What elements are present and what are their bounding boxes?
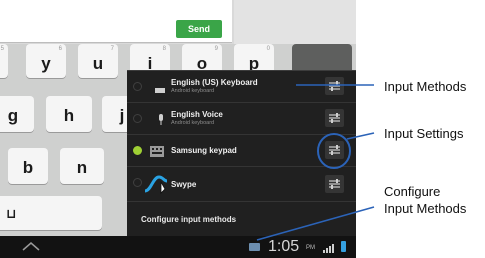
callout-input-methods: Input Methods <box>384 79 467 94</box>
settings-icon[interactable] <box>325 175 344 193</box>
key-g[interactable]: g <box>0 96 34 132</box>
input-method-item-english-voice[interactable]: English Voice Android keyboard <box>127 103 356 135</box>
key-n[interactable]: n <box>60 148 104 184</box>
key-hint: 8 <box>162 46 166 52</box>
space-key[interactable]: ⊔ <box>0 196 102 230</box>
key-label: n <box>76 158 88 177</box>
key-label: u <box>92 54 104 73</box>
battery-icon <box>341 241 346 252</box>
input-method-subtitle: Android keyboard <box>171 120 215 126</box>
input-method-title: English (US) Keyboard <box>171 78 258 87</box>
key-h[interactable]: h <box>46 96 92 132</box>
key-hint: 9 <box>214 46 218 52</box>
configure-input-methods-link[interactable]: Configure input methods <box>141 215 236 224</box>
input-method-title: Swype <box>171 180 197 189</box>
radio-button[interactable] <box>133 82 142 91</box>
key-label: y <box>41 54 51 73</box>
key-label: ⊔ <box>6 206 17 221</box>
key-5[interactable]: 5 <box>0 44 8 78</box>
callout-configure-line2: Input Methods <box>384 201 467 216</box>
settings-icon[interactable] <box>325 77 344 95</box>
back-icon[interactable] <box>20 239 42 258</box>
settings-icon[interactable] <box>325 141 344 159</box>
device-screen: Send 5 y 6 u 7 i 8 o 9 p 0 g h j b n ⊔ E… <box>0 0 356 258</box>
key-hint: 5 <box>0 46 4 52</box>
send-button[interactable]: Send <box>176 20 222 38</box>
radio-button-selected[interactable] <box>133 146 142 155</box>
system-bar: 1:05 PM <box>0 236 356 258</box>
key-hint: 0 <box>266 46 270 52</box>
input-method-item-english-keyboard[interactable]: English (US) Keyboard Android keyboard <box>127 71 356 103</box>
swype-icon <box>143 173 169 200</box>
signal-icon <box>322 241 336 258</box>
key-hint: 6 <box>58 46 62 52</box>
key-u[interactable]: u 7 <box>78 44 118 78</box>
callout-input-settings: Input Settings <box>384 126 464 141</box>
input-method-title: Samsung keypad <box>171 146 237 155</box>
key-label: b <box>22 158 34 177</box>
radio-button[interactable] <box>133 178 142 187</box>
key-y[interactable]: y 6 <box>26 44 66 78</box>
input-method-popup: English (US) Keyboard Android keyboard E… <box>127 70 356 237</box>
keyboard-icon <box>155 81 165 99</box>
keypad-icon <box>150 144 164 162</box>
keyboard-status-icon[interactable] <box>249 243 260 251</box>
input-method-item-swype[interactable]: Swype <box>127 167 356 202</box>
clock-time: 1:05 <box>268 238 300 255</box>
settings-icon[interactable] <box>325 109 344 127</box>
microphone-icon <box>158 112 164 130</box>
compose-bar: Send <box>0 0 356 44</box>
compose-side-area <box>234 0 356 44</box>
input-method-subtitle: Android keyboard <box>171 88 215 94</box>
radio-button[interactable] <box>133 114 142 123</box>
key-label: h <box>63 106 75 125</box>
clock-ampm: PM <box>306 245 315 251</box>
input-method-item-samsung-keypad[interactable]: Samsung keypad <box>127 135 356 167</box>
input-method-title: English Voice <box>171 110 223 119</box>
key-b[interactable]: b <box>8 148 48 184</box>
callout-configure-line1: Configure <box>384 184 441 199</box>
key-hint: 7 <box>110 46 114 52</box>
key-label: g <box>7 106 19 125</box>
